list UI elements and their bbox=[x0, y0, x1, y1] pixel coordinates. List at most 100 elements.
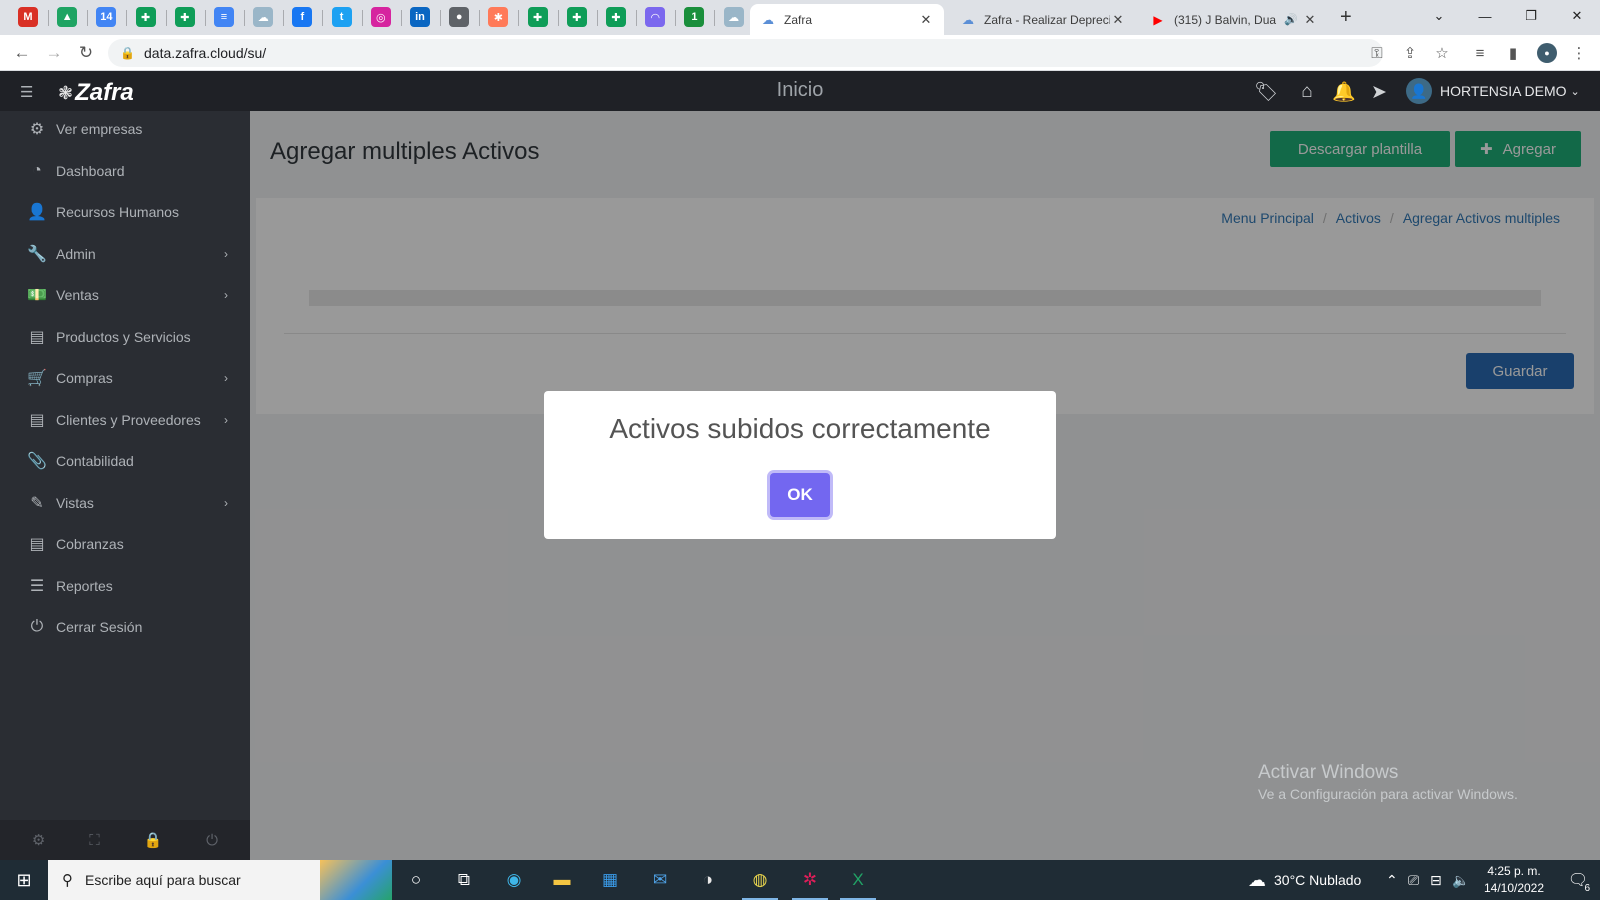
tab-zafra[interactable]: ☁ Zafra ✕ bbox=[750, 4, 944, 35]
linkedin-icon[interactable]: in bbox=[410, 7, 430, 27]
gmail-icon[interactable]: M bbox=[18, 7, 38, 27]
facebook-icon[interactable]: f bbox=[292, 7, 313, 27]
tab-separator bbox=[165, 10, 167, 26]
twitter-icon[interactable]: t bbox=[331, 7, 352, 27]
share-icon[interactable]: ⇪ bbox=[1400, 43, 1420, 63]
sidebar-item-vistas[interactable]: ✎ Vistas › bbox=[0, 483, 250, 523]
settings-icon[interactable]: ⚙ bbox=[32, 831, 45, 849]
calendar-icon[interactable]: 14 bbox=[96, 7, 117, 27]
excel-icon[interactable]: X bbox=[834, 860, 882, 900]
new-tab-icon[interactable]: + bbox=[1340, 6, 1352, 29]
slack-icon[interactable]: ✲ bbox=[786, 860, 834, 900]
sheets-icon[interactable]: ✚ bbox=[566, 7, 587, 27]
activate-windows-subtitle: Ve a Configuración para activar Windows. bbox=[1258, 786, 1518, 802]
ok-button[interactable]: OK bbox=[770, 473, 830, 517]
close-tab-icon[interactable]: ✕ bbox=[1302, 12, 1318, 28]
book-icon: ▤ bbox=[29, 536, 45, 553]
cortana-icon[interactable]: ○ bbox=[392, 860, 440, 900]
lock-icon[interactable]: 🔒 bbox=[144, 831, 163, 849]
edge-icon[interactable]: ◉ bbox=[490, 860, 538, 900]
zafra-icon[interactable]: ☁ bbox=[723, 7, 744, 27]
app-logo[interactable]: ❃ Zafra bbox=[58, 79, 134, 107]
sidebar-item-admin[interactable]: 🔧 Admin › bbox=[0, 234, 250, 274]
show-hidden-icons-icon[interactable]: ⌃ bbox=[1386, 860, 1398, 900]
fullscreen-icon[interactable]: ⛶ bbox=[89, 832, 100, 849]
user-name: HORTENSIA DEMO bbox=[1440, 83, 1567, 99]
drive-icon[interactable]: ▲ bbox=[57, 7, 78, 27]
logo-text: Zafra bbox=[75, 79, 134, 106]
sidebar-item-recursos-humanos[interactable]: 👤 Recursos Humanos bbox=[0, 192, 250, 232]
profile-avatar-icon[interactable]: ● bbox=[1537, 43, 1557, 63]
weather-widget[interactable]: ☁ 30°C Nublado bbox=[1248, 860, 1361, 900]
address-bar[interactable]: 🔒 data.zafra.cloud/su/ bbox=[108, 39, 1383, 67]
sidebar-item-dashboard[interactable]: ◔ Dashboard bbox=[0, 151, 250, 191]
dashboard-icon: ◔ bbox=[32, 161, 42, 179]
hamburger-menu-icon[interactable]: ☰ bbox=[20, 83, 33, 101]
close-tab-icon[interactable]: ✕ bbox=[1110, 12, 1126, 28]
more-menu-icon[interactable]: ⋮ bbox=[1569, 43, 1589, 63]
docs-icon[interactable]: ≡ bbox=[214, 7, 234, 27]
sheets-icon[interactable]: ✚ bbox=[527, 7, 548, 27]
zafra-icon[interactable]: ☁ bbox=[253, 7, 274, 27]
volume-icon[interactable]: 🔈 bbox=[1452, 860, 1469, 900]
side-panel-icon[interactable]: ▮ bbox=[1503, 43, 1523, 63]
task-view-icon[interactable]: ⧉ bbox=[440, 860, 488, 900]
tags-icon[interactable]: 🏷 bbox=[1252, 79, 1280, 105]
minimize-icon[interactable]: — bbox=[1462, 0, 1508, 32]
sidebar-item-ver-empresas[interactable]: ⚙ Ver empresas bbox=[0, 109, 250, 149]
home-icon[interactable]: ⌂ bbox=[1293, 79, 1321, 105]
network-icon[interactable]: ⊟ bbox=[1430, 860, 1442, 900]
bell-icon[interactable]: 🔔 bbox=[1330, 79, 1358, 105]
back-icon[interactable]: ← bbox=[10, 41, 34, 65]
sidebar-item-label: Vistas bbox=[56, 494, 94, 511]
tab-search-icon[interactable]: ⌄ bbox=[1416, 0, 1462, 32]
tab-separator bbox=[440, 10, 441, 26]
instagram-icon[interactable]: ◎ bbox=[370, 7, 391, 27]
close-tab-icon[interactable]: ✕ bbox=[918, 12, 934, 28]
notification-center-icon[interactable]: 🗨 6 bbox=[1556, 860, 1600, 900]
sidebar-item-clientes-y-proveedores[interactable]: ▤ Clientes y Proveedores › bbox=[0, 400, 250, 440]
sheets-icon[interactable]: ✚ bbox=[135, 7, 156, 27]
taskbar-clock[interactable]: 4:25 p. m. 14/10/2022 bbox=[1474, 863, 1554, 897]
sidebar-item-label: Recursos Humanos bbox=[56, 204, 179, 220]
file-explorer-icon[interactable]: ▬ bbox=[538, 860, 586, 900]
sheets-icon[interactable]: ✚ bbox=[174, 7, 195, 27]
paper-plane-icon[interactable]: ➤ bbox=[1365, 79, 1393, 105]
sidebar-item-cerrar-sesi-n[interactable]: ⏻ Cerrar Sesión bbox=[0, 607, 250, 647]
power-icon[interactable]: ⏻ bbox=[206, 832, 218, 849]
notification-count: 6 bbox=[1582, 883, 1592, 894]
bookmark-star-icon[interactable]: ☆ bbox=[1432, 43, 1452, 63]
speaker-icon[interactable]: 🔊 bbox=[1284, 13, 1298, 26]
success-dialog: Activos subidos correctamente OK bbox=[544, 391, 1056, 539]
sidebar-item-compras[interactable]: 🛒 Compras › bbox=[0, 358, 250, 398]
sidebar-item-contabilidad[interactable]: 📎 Contabilidad bbox=[0, 441, 250, 481]
restore-icon[interactable]: ❐ bbox=[1508, 0, 1554, 32]
tab-zafra-depreciacion[interactable]: ☁ Zafra - Realizar Depreciación ✕ bbox=[950, 4, 1136, 35]
close-window-icon[interactable]: ✕ bbox=[1554, 0, 1600, 32]
windows-start-icon[interactable]: ⊞ bbox=[0, 860, 48, 900]
taskbar-search[interactable]: ⚲ Escribe aquí para buscar bbox=[48, 860, 392, 900]
mail-icon[interactable]: ✉ bbox=[636, 860, 684, 900]
chrome-icon[interactable]: ◍ bbox=[736, 860, 784, 900]
clickup-icon[interactable]: ◠ bbox=[645, 7, 666, 27]
clock-date: 14/10/2022 bbox=[1483, 881, 1545, 895]
globe-icon[interactable]: ● bbox=[449, 7, 470, 27]
sidebar-item-reportes[interactable]: ☰ Reportes bbox=[0, 566, 250, 606]
user-menu[interactable]: 👤 HORTENSIA DEMO ⌄ bbox=[1406, 77, 1580, 105]
reload-icon[interactable]: ↻ bbox=[74, 41, 98, 65]
tab-separator bbox=[126, 10, 128, 26]
sheets-icon[interactable]: ✚ bbox=[606, 7, 626, 27]
tab-youtube[interactable]: ▶ (315) J Balvin, Dua Lipa 🔊 ✕ bbox=[1140, 4, 1328, 35]
hubspot-icon[interactable]: ✱ bbox=[488, 7, 509, 27]
sidebar-item-productos-y-servicios[interactable]: ▤ Productos y Servicios bbox=[0, 317, 250, 357]
sidebar-item-ventas[interactable]: 💵 Ventas › bbox=[0, 275, 250, 315]
meet-now-icon[interactable]: ⎚ bbox=[1408, 860, 1419, 900]
tab-separator bbox=[244, 10, 245, 26]
forward-icon[interactable]: → bbox=[42, 41, 66, 65]
sidebar-item-cobranzas[interactable]: ▤ Cobranzas bbox=[0, 524, 250, 564]
store-icon[interactable]: ▦ bbox=[586, 860, 634, 900]
onepassword-icon[interactable]: 1 bbox=[684, 7, 705, 27]
app-icon[interactable]: ◑ bbox=[684, 860, 732, 900]
reading-list-icon[interactable]: ≡ bbox=[1470, 43, 1490, 63]
key-icon[interactable]: ⚿ bbox=[1367, 43, 1387, 63]
